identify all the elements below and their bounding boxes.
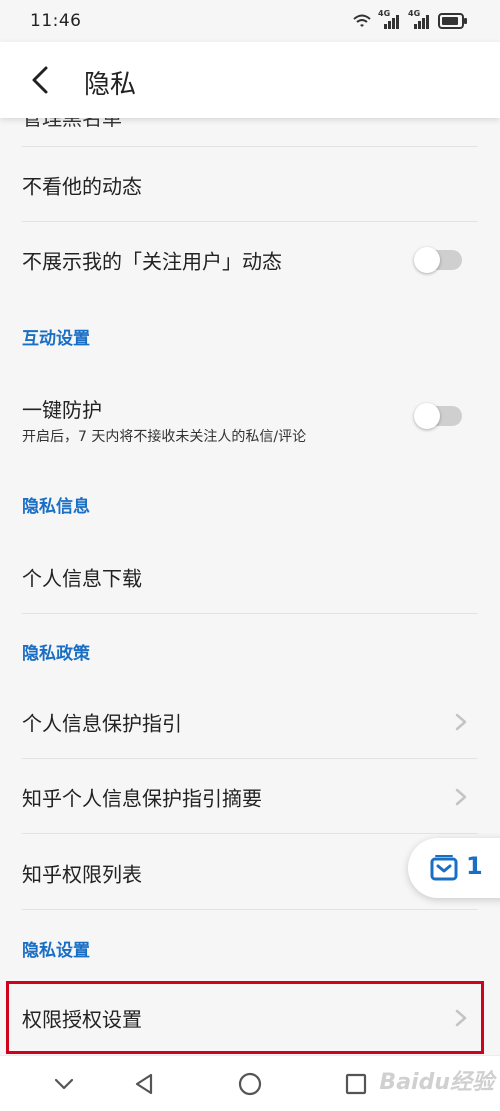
list-item-label: 个人信息保护指引: [22, 711, 182, 735]
status-time: 11:46: [30, 11, 82, 31]
nav-hide-button[interactable]: [50, 1070, 78, 1098]
list-item-label: 知乎权限列表: [22, 862, 142, 886]
list-item-personal-info-download[interactable]: 个人信息下载: [0, 539, 500, 614]
list-item-label: 不展示我的「关注用户」动态: [22, 249, 282, 273]
divider: [22, 613, 478, 614]
section-header-privacy-info: 隐私信息: [22, 497, 90, 517]
list-item-label: 个人信息下载: [22, 566, 142, 590]
list-item-one-click-protection[interactable]: 一键防护 开启后，7 天内将不接收未关注人的私信/评论: [0, 376, 500, 456]
list-item-info-protection-summary[interactable]: 知乎个人信息保护指引摘要: [0, 759, 500, 834]
badge-count: 1: [466, 852, 483, 880]
system-nav-bar: Baidu经验: [0, 1055, 500, 1111]
signal-icon: 4G: [378, 9, 402, 30]
list-item-label: 管理黑名单: [22, 118, 122, 130]
nav-home-button[interactable]: [236, 1070, 264, 1098]
nav-recents-button[interactable]: [342, 1070, 370, 1098]
list-item-label: 权限授权设置: [22, 1007, 142, 1032]
page-title: 隐私: [84, 70, 137, 100]
list-item-permission-authorization[interactable]: 权限授权设置: [0, 983, 500, 1053]
list-item-label: 一键防护: [22, 398, 102, 422]
list-item-label: 不看他的动态: [22, 174, 142, 198]
divider: [22, 833, 478, 834]
list-item-blacklist[interactable]: 管理黑名单: [0, 118, 500, 146]
nav-back-button[interactable]: [130, 1070, 158, 1098]
divider: [22, 909, 478, 910]
wifi-icon: [353, 14, 371, 27]
back-button[interactable]: [20, 60, 60, 100]
chevron-left-icon: [32, 66, 48, 94]
status-bar: 11:46 4G 4G: [0, 0, 500, 42]
signal-icon-2: 4G: [408, 9, 432, 30]
settings-list[interactable]: 管理黑名单 不看他的动态 不展示我的「关注用户」动态 互动设置 一键防护 开启后…: [0, 118, 500, 1055]
list-item-subtitle: 开启后，7 天内将不接收未关注人的私信/评论: [22, 429, 307, 445]
section-header-interaction: 互动设置: [22, 329, 90, 349]
triangle-back-icon: [135, 1073, 153, 1095]
inbox-icon: [430, 855, 458, 881]
toggle-knob: [414, 403, 440, 429]
toggle-knob: [414, 246, 440, 273]
chevron-right-icon: [455, 788, 467, 805]
chevron-right-icon: [455, 713, 467, 730]
battery-icon: [438, 13, 467, 29]
one-click-protection-toggle[interactable]: [414, 403, 462, 429]
list-item-hide-their-updates[interactable]: 不看他的动态: [0, 147, 500, 222]
section-header-privacy-policy: 隐私政策: [22, 644, 90, 664]
list-item-label: 知乎个人信息保护指引摘要: [22, 786, 262, 810]
list-item-hide-following-updates[interactable]: 不展示我的「关注用户」动态: [0, 222, 500, 297]
status-icons: 4G 4G: [352, 9, 468, 31]
section-header-privacy-settings: 隐私设置: [22, 941, 90, 961]
chevron-right-icon: [455, 1009, 467, 1027]
square-recents-icon: [345, 1073, 367, 1095]
chevron-down-icon: [54, 1078, 74, 1090]
app-header: 隐私: [0, 42, 500, 118]
watermark: Baidu经验: [379, 1070, 494, 1095]
hide-following-toggle[interactable]: [414, 246, 462, 273]
circle-home-icon: [238, 1072, 262, 1096]
floating-inbox-badge[interactable]: 1: [408, 838, 500, 898]
list-item-info-protection-guide[interactable]: 个人信息保护指引: [0, 684, 500, 759]
